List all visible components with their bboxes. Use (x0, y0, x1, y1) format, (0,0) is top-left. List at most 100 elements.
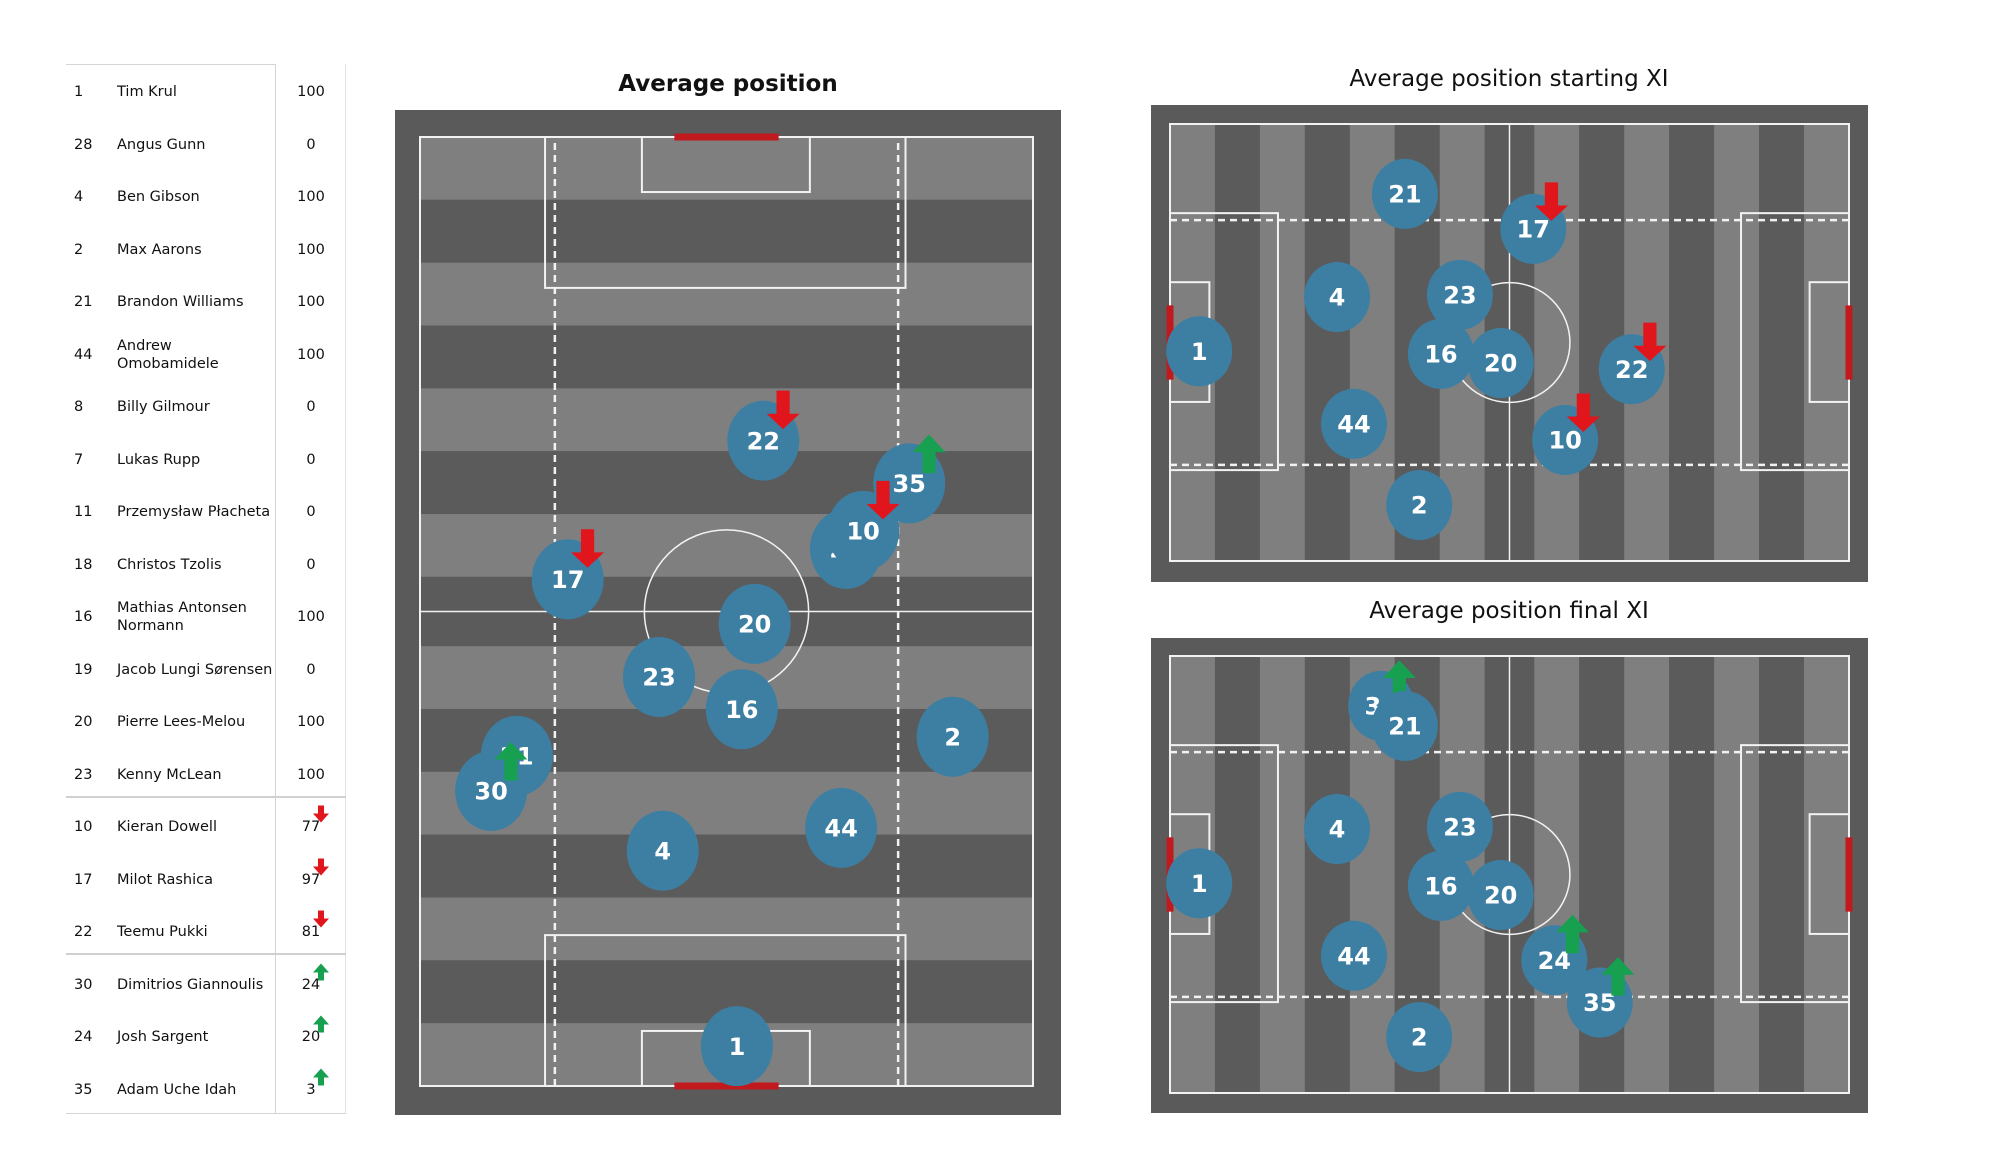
player-number: 2 (74, 241, 84, 258)
player-name: Tim Krul (117, 84, 177, 100)
minutes-played: 100 (297, 241, 325, 258)
player-marker-4: 4 (1304, 794, 1371, 865)
player-number: 22 (74, 924, 93, 940)
player-marker-1: 1 (1166, 316, 1233, 387)
minutes-played: 0 (306, 556, 316, 573)
minutes-played: 24 (301, 976, 321, 993)
player-number-label: 44 (1337, 410, 1370, 438)
minutes-played: 100 (297, 714, 325, 730)
player-number-label: 1 (1191, 870, 1208, 898)
player-name: Adam Uche Idah (117, 1081, 237, 1098)
pitch-stripe (1669, 124, 1715, 561)
player-number-label: 35 (892, 470, 925, 498)
player-number: 23 (74, 766, 93, 783)
player-name: Milot Rashica (117, 871, 214, 888)
minutes-played: 100 (297, 766, 325, 783)
player-number-label: 1 (1191, 338, 1208, 366)
player-name: Teemu Pukki (117, 924, 208, 940)
player-name: Kenny McLean (117, 766, 222, 783)
subbed-off-arrow-icon (313, 805, 329, 823)
pitch-stripe (1259, 124, 1305, 561)
minutes-played: 20 (301, 1029, 321, 1045)
player-marker-2: 2 (1386, 470, 1453, 541)
player-marker-4: 4 (626, 810, 699, 891)
player-marker-21: 21 (1371, 690, 1438, 761)
player-number-label: 16 (1424, 873, 1457, 901)
player-marker-4: 4 (1304, 262, 1371, 333)
player-number: 17 (74, 871, 93, 888)
player-name: Dimitrios Giannoulis (117, 976, 264, 993)
pitch-stripe (1714, 124, 1760, 561)
player-number-label: 44 (824, 815, 857, 843)
table-row: 4 Ben Gibson 100 (66, 171, 346, 223)
table-row: 44 Andrew Omobamidele 100 (66, 329, 346, 381)
player-number-label: 20 (1484, 882, 1517, 910)
table-row: 21 Brandon Williams 100 (66, 276, 346, 328)
player-number-label: 10 (846, 517, 879, 545)
player-number: 16 (74, 609, 93, 625)
table-separator-subbed-off (66, 796, 346, 798)
pitch-stripe (420, 514, 1033, 577)
player-name: Angus Gunn (117, 136, 206, 153)
player-marker-20: 20 (1467, 860, 1534, 931)
player-number-label: 21 (1388, 713, 1421, 741)
player-name: Mathias Antonsen Normann (117, 600, 247, 634)
table-row: 17 Milot Rashica 97 (66, 854, 346, 906)
player-number-label: 23 (642, 664, 675, 692)
player-number-label: 16 (725, 696, 758, 724)
table-row: 28 Angus Gunn 0 (66, 119, 346, 171)
chart-title-starting-xi: Average position starting XI (1349, 66, 1669, 92)
minutes-played: 0 (306, 136, 316, 153)
player-number: 1 (74, 84, 84, 100)
pitch-stripe (1304, 124, 1350, 561)
pitch-stripe (420, 897, 1033, 961)
player-name: Lukas Rupp (117, 451, 201, 468)
player-number: 7 (74, 451, 84, 468)
player-number-label: 2 (944, 723, 961, 751)
table-row: 8 Billy Gilmour 0 (66, 381, 346, 433)
player-name: Jacob Lungi Sørensen (117, 661, 273, 678)
player-number: 8 (74, 399, 84, 415)
player-name: Pierre Lees-Melou (117, 714, 246, 730)
player-name: Josh Sargent (117, 1029, 209, 1045)
player-marker-21: 21 (1371, 158, 1438, 229)
pitch-starting-xi: 21 17 4 23 1 16 20 22 44 10 2 (1151, 105, 1868, 582)
player-number: 10 (74, 819, 93, 835)
chart-title-average-position: Average position (618, 71, 838, 97)
subbed-on-arrow-icon (313, 963, 329, 980)
pitch-final-xi: 3021423116204424352 (1151, 638, 1868, 1113)
player-marker-44: 44 (1321, 920, 1388, 991)
player-name: Przemysław Płacheta (117, 504, 271, 520)
table-row: 20 Pierre Lees-Melou 100 (66, 696, 346, 748)
pitch-stripe (1759, 124, 1805, 561)
player-number: 21 (74, 294, 93, 310)
player-name: Christos Tzolis (117, 556, 222, 573)
pitch-stripe (1624, 656, 1670, 1093)
player-number: 20 (74, 714, 93, 730)
pitch-stripe (420, 137, 1033, 200)
player-name: Brandon Williams (117, 294, 244, 310)
player-number: 19 (74, 661, 93, 678)
player-marker-2: 2 (1386, 1002, 1453, 1073)
player-number-label: 23 (1443, 814, 1476, 842)
pitch-average-position: 2235241017202316221304441 (395, 110, 1061, 1115)
player-marker-1: 1 (1166, 848, 1233, 919)
table-top-border (66, 64, 276, 65)
minutes-played: 0 (306, 661, 316, 678)
table-row: 24 Josh Sargent 20 (66, 1011, 346, 1063)
table-row: 19 Jacob Lungi Sørensen 0 (66, 644, 346, 696)
pitch-stripe (420, 325, 1033, 389)
table-separator-subbed-on (66, 953, 346, 955)
player-name: Andrew Omobamidele (117, 337, 219, 372)
pitch-stripe (1304, 656, 1350, 1093)
player-number-label: 2 (1411, 1024, 1428, 1052)
player-name: Max Aarons (117, 241, 202, 258)
player-marker-1: 1 (700, 1006, 773, 1087)
player-number-label: 1 (729, 1033, 746, 1061)
player-number: 24 (74, 1029, 93, 1045)
subbed-off-arrow-icon (313, 910, 329, 928)
player-number-label: 20 (738, 610, 771, 638)
table-row: 16 Mathias Antonsen Normann 100 (66, 591, 346, 643)
player-number-label: 10 (1548, 427, 1581, 455)
player-marker-2: 2 (916, 696, 989, 777)
